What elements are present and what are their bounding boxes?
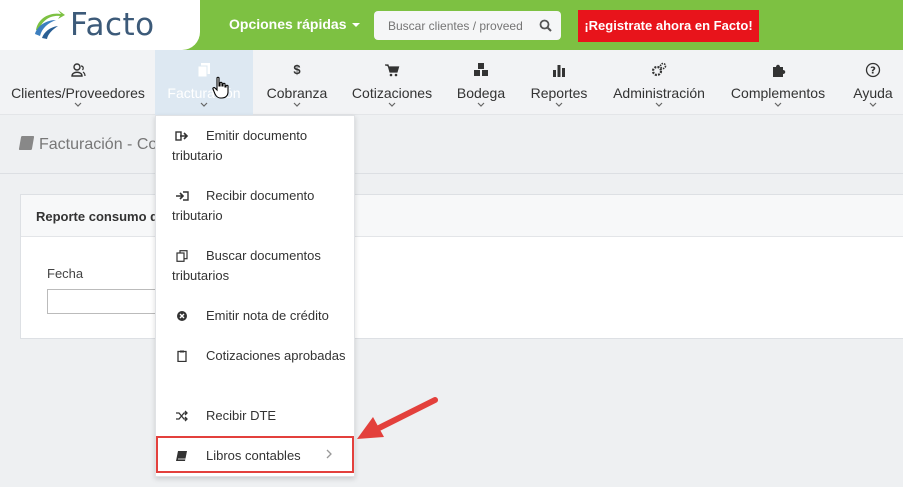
top-bar: Facto Opciones rápidas ¡Registrate ahora… [0, 0, 903, 50]
menu-label: Clientes/Proveedores [11, 85, 145, 101]
document-copy-icon [197, 63, 210, 78]
chevron-down-icon [200, 102, 208, 107]
chevron-down-icon [477, 102, 485, 107]
dropdown-item-recibir-documento[interactable]: Recibir documento tributario [156, 176, 356, 236]
menu-item-clientes[interactable]: Clientes/Proveedores [8, 50, 148, 115]
dropdown-label: Recibir documento tributario [172, 188, 315, 223]
menu-label: Cotizaciones [351, 85, 433, 101]
menu-label: Ayuda [853, 85, 893, 101]
register-button[interactable]: ¡Registrate ahora en Facto! [578, 10, 759, 42]
dropdown-item-recibir-dte[interactable]: Recibir DTE [156, 396, 356, 436]
menu-item-reportes[interactable]: Reportes [526, 50, 592, 115]
chevron-down-icon [74, 102, 82, 107]
logo-text: Facto [70, 7, 155, 43]
puzzle-icon [773, 64, 786, 77]
facturacion-dropdown: Emitir documento tributario Recibir docu… [155, 115, 355, 477]
date-field[interactable] [47, 289, 162, 314]
menu-item-facturacion[interactable]: Facturación [155, 50, 253, 115]
report-panel: Reporte consumo d Fecha [20, 194, 903, 339]
menu-item-bodega[interactable]: Bodega [452, 50, 510, 115]
menu-item-ayuda[interactable]: ? Ayuda [846, 50, 900, 115]
dropdown-label: Emitir documento tributario [172, 128, 308, 163]
dropdown-item-cotizaciones-aprobadas[interactable]: Cotizaciones aprobadas [156, 336, 356, 396]
chevron-down-icon [555, 102, 563, 107]
dropdown-label: Buscar documentos tributarios [172, 248, 321, 283]
facto-logo-icon [35, 10, 65, 39]
search-icon[interactable] [539, 19, 552, 32]
menu-label: Bodega [456, 85, 506, 101]
chevron-down-icon [655, 102, 663, 107]
dollar-icon: $ [293, 62, 301, 77]
annotation-highlight-box [156, 436, 354, 473]
menu-item-administracion[interactable]: Administración [608, 50, 710, 115]
dropdown-item-emitir-documento[interactable]: Emitir documento tributario [156, 116, 356, 176]
breadcrumb-bar: Facturación - Co [0, 116, 903, 174]
quick-options-button[interactable]: Opciones rápidas [229, 16, 361, 32]
quick-options-label: Opciones rápidas [229, 16, 347, 32]
cogs-icon [651, 62, 667, 77]
question-circle-icon: ? [865, 62, 881, 78]
menu-label: Complementos [730, 85, 826, 101]
chevron-down-icon [293, 102, 301, 107]
chevron-down-icon [869, 102, 877, 107]
breadcrumb-text: Facturación - Co [39, 136, 158, 153]
cart-icon [385, 64, 400, 77]
bar-chart-icon [553, 65, 565, 77]
hand-cursor-icon [212, 76, 229, 99]
dropdown-label: Cotizaciones aprobadas [206, 348, 346, 363]
menu-label: Reportes [530, 85, 588, 101]
dropdown-item-nota-credito[interactable]: Emitir nota de crédito [156, 296, 356, 336]
book-icon [18, 136, 35, 150]
logo[interactable]: Facto [0, 0, 200, 50]
search-input[interactable] [374, 11, 534, 40]
dropdown-item-buscar-documentos[interactable]: Buscar documentos tributarios [156, 236, 356, 296]
dropdown-label: Emitir nota de crédito [206, 308, 329, 323]
panel-title: Reporte consumo d [36, 209, 159, 224]
menu-item-cotizaciones[interactable]: Cotizaciones [348, 50, 436, 115]
menu-item-complementos[interactable]: Complementos [727, 50, 829, 115]
users-icon [71, 63, 86, 77]
search-box [374, 11, 561, 40]
date-label: Fecha [47, 266, 84, 281]
dropdown-label: Recibir DTE [206, 408, 277, 423]
menu-label: Administración [613, 85, 705, 101]
caret-down-icon [352, 23, 361, 28]
menu-label: Facturación [167, 85, 241, 101]
cubes-icon [474, 63, 488, 76]
chevron-down-icon [388, 102, 396, 107]
chevron-down-icon [774, 102, 782, 107]
breadcrumb: Facturación - Co [18, 136, 158, 154]
annotation-arrow-icon [357, 397, 438, 439]
menu-label: Cobranza [266, 85, 328, 101]
panel-header: Reporte consumo d [21, 195, 903, 237]
main-menu: Clientes/Proveedores Facturación $ Cobra… [0, 50, 903, 115]
menu-item-cobranza[interactable]: $ Cobranza [262, 50, 332, 115]
svg-text:?: ? [870, 66, 876, 77]
